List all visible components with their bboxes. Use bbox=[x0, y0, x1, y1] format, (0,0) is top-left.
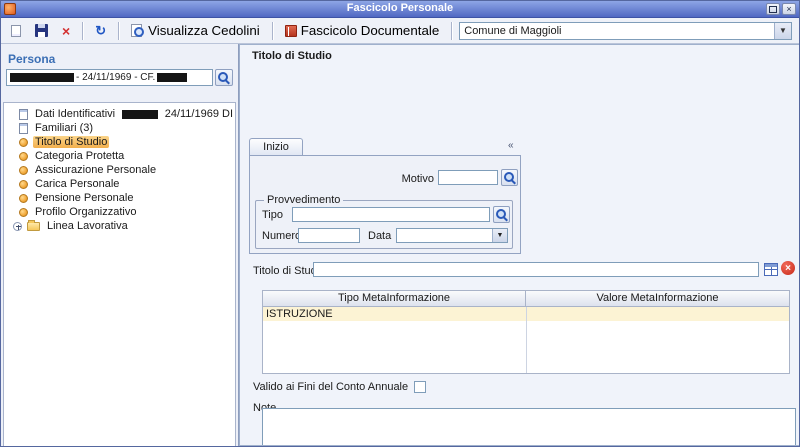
tab-inizio[interactable]: Inizio bbox=[249, 138, 303, 156]
fascicolo-personale-window: Fascicolo Personale × × ↻ Visualizza Ced… bbox=[0, 0, 800, 447]
document-icon bbox=[19, 123, 28, 134]
motivo-lookup-button[interactable] bbox=[501, 169, 518, 186]
tree-item-label: Profilo Organizzativo bbox=[33, 206, 139, 218]
cell-tipo: ISTRUZIONE bbox=[263, 307, 526, 321]
persona-search-input[interactable]: - 24/11/1969 - CF. bbox=[6, 69, 213, 86]
tree-item-pensione-personale[interactable]: Pensione Personale bbox=[4, 191, 235, 205]
redacted-cf bbox=[157, 73, 187, 82]
tree-item-titolo-di-studio[interactable]: Titolo di Studio bbox=[4, 135, 235, 149]
metainfo-grid-button[interactable] bbox=[764, 263, 778, 276]
persona-lookup-button[interactable] bbox=[215, 69, 233, 86]
window-title: Fascicolo Personale bbox=[1, 2, 799, 14]
bullet-icon bbox=[19, 138, 28, 147]
tree-item-carica-personale[interactable]: Carica Personale bbox=[4, 177, 235, 191]
toolbar-separator bbox=[82, 22, 83, 40]
redacted-name bbox=[122, 110, 158, 119]
column-divider bbox=[526, 307, 527, 373]
tree-item-label: Pensione Personale bbox=[33, 192, 135, 204]
tree-item-familiari[interactable]: Familiari (3) bbox=[4, 121, 235, 135]
bullet-icon bbox=[19, 194, 28, 203]
tree-item-label: Familiari (3) bbox=[33, 122, 95, 134]
visualizza-cedolini-button[interactable]: Visualizza Cedolini bbox=[126, 21, 265, 41]
comune-combobox-value: Comune di Maggioli bbox=[460, 25, 774, 37]
detail-panel: Titolo di Studio Inizio « Motivo Provved… bbox=[239, 44, 799, 446]
data-input[interactable] bbox=[397, 229, 492, 242]
toolbar-separator bbox=[451, 22, 452, 40]
motivo-label: Motivo bbox=[310, 173, 434, 185]
cedolini-icon bbox=[131, 24, 144, 37]
tree-item-label: Assicurazione Personale bbox=[33, 164, 158, 176]
magnifier-icon bbox=[496, 209, 508, 221]
column-header-tipo[interactable]: Tipo MetaInformazione bbox=[263, 291, 526, 307]
toolbar: × ↻ Visualizza Cedolini Fascicolo Docume… bbox=[1, 18, 799, 44]
magnifier-icon bbox=[504, 172, 516, 184]
bullet-icon bbox=[19, 152, 28, 161]
refresh-button[interactable]: ↻ bbox=[90, 21, 111, 41]
tipo-lookup-button[interactable] bbox=[493, 206, 510, 223]
motivo-input[interactable] bbox=[438, 170, 498, 185]
tipo-input[interactable] bbox=[292, 207, 490, 222]
column-header-valore[interactable]: Valore MetaInformazione bbox=[526, 291, 789, 307]
bullet-icon bbox=[19, 180, 28, 189]
tree-item-label: Carica Personale bbox=[33, 178, 121, 190]
data-label: Data bbox=[368, 230, 391, 242]
tipo-label: Tipo bbox=[262, 209, 283, 221]
tree-item-assicurazione-personale[interactable]: Assicurazione Personale bbox=[4, 163, 235, 177]
chevron-down-icon[interactable]: ▼ bbox=[492, 229, 507, 242]
persona-panel: Persona - 24/11/1969 - CF. Dati Identifi… bbox=[1, 44, 239, 446]
tree-item-label: Linea Lavorativa bbox=[45, 220, 130, 232]
fascicolo-tree: Dati Identificativi 24/11/1969 DI Famili… bbox=[3, 102, 236, 446]
data-combobox[interactable]: ▼ bbox=[396, 228, 508, 243]
redacted-name bbox=[10, 73, 74, 82]
window-restore-icon[interactable] bbox=[766, 3, 780, 15]
persona-value-text: - 24/11/1969 - CF. bbox=[76, 72, 155, 83]
window-close-icon[interactable]: × bbox=[782, 3, 796, 15]
provvedimento-legend: Provvedimento bbox=[264, 194, 343, 206]
refresh-icon: ↻ bbox=[95, 24, 106, 38]
tree-item-label: Titolo di Studio bbox=[33, 136, 109, 148]
titlebar: Fascicolo Personale × bbox=[1, 1, 799, 18]
tree-item-label: 24/11/1969 DI bbox=[163, 108, 235, 120]
metainfo-table: Tipo MetaInformazione Valore MetaInforma… bbox=[262, 290, 790, 374]
conto-annuale-checkbox[interactable] bbox=[414, 381, 426, 393]
documentale-icon bbox=[285, 25, 297, 37]
tree-item-label: Categoria Protetta bbox=[33, 150, 126, 162]
expand-icon[interactable] bbox=[13, 222, 22, 231]
document-icon bbox=[19, 109, 28, 120]
toolbar-separator bbox=[272, 22, 273, 40]
toolbar-separator bbox=[118, 22, 119, 40]
tree-item-linea-lavorativa[interactable]: Linea Lavorativa bbox=[4, 219, 235, 233]
tree-item-profilo-organizzativo[interactable]: Profilo Organizzativo bbox=[4, 205, 235, 219]
persona-section-title: Persona bbox=[8, 52, 238, 66]
save-button[interactable] bbox=[30, 21, 53, 41]
numero-input[interactable] bbox=[298, 228, 360, 243]
inizio-tabpanel: Motivo Provvedimento Tipo Numero Data bbox=[249, 155, 521, 254]
bullet-icon bbox=[19, 166, 28, 175]
new-document-button[interactable] bbox=[6, 21, 26, 41]
provvedimento-groupbox: Provvedimento Tipo Numero Data ▼ bbox=[255, 200, 513, 249]
numero-label: Numero bbox=[262, 230, 301, 242]
valido-conto-annuale-label: Valido ai Fini del Conto Annuale bbox=[253, 381, 408, 393]
tree-item-categoria-protetta[interactable]: Categoria Protetta bbox=[4, 149, 235, 163]
fascicolo-documentale-button[interactable]: Fascicolo Documentale bbox=[280, 21, 445, 41]
visualizza-cedolini-label: Visualizza Cedolini bbox=[148, 23, 260, 38]
detail-panel-title: Titolo di Studio bbox=[252, 50, 332, 62]
tree-item-dati-identificativi[interactable]: Dati Identificativi 24/11/1969 DI bbox=[4, 107, 235, 121]
titolo-di-studio-input[interactable] bbox=[313, 262, 759, 277]
fascicolo-documentale-label: Fascicolo Documentale bbox=[301, 23, 440, 38]
note-textarea[interactable] bbox=[262, 408, 796, 446]
clear-titolo-button[interactable]: × bbox=[781, 261, 795, 275]
bullet-icon bbox=[19, 208, 28, 217]
folder-icon bbox=[27, 222, 40, 231]
magnifier-icon bbox=[218, 72, 230, 84]
collapse-icon[interactable]: « bbox=[508, 140, 514, 151]
delete-icon: × bbox=[62, 24, 70, 38]
new-document-icon bbox=[11, 25, 21, 37]
tree-item-label: Dati Identificativi bbox=[33, 108, 117, 120]
cell-valore bbox=[526, 307, 789, 321]
chevron-down-icon[interactable]: ▼ bbox=[774, 23, 791, 39]
delete-button[interactable]: × bbox=[57, 21, 75, 41]
comune-combobox[interactable]: Comune di Maggioli ▼ bbox=[459, 22, 792, 40]
save-icon bbox=[35, 24, 48, 37]
